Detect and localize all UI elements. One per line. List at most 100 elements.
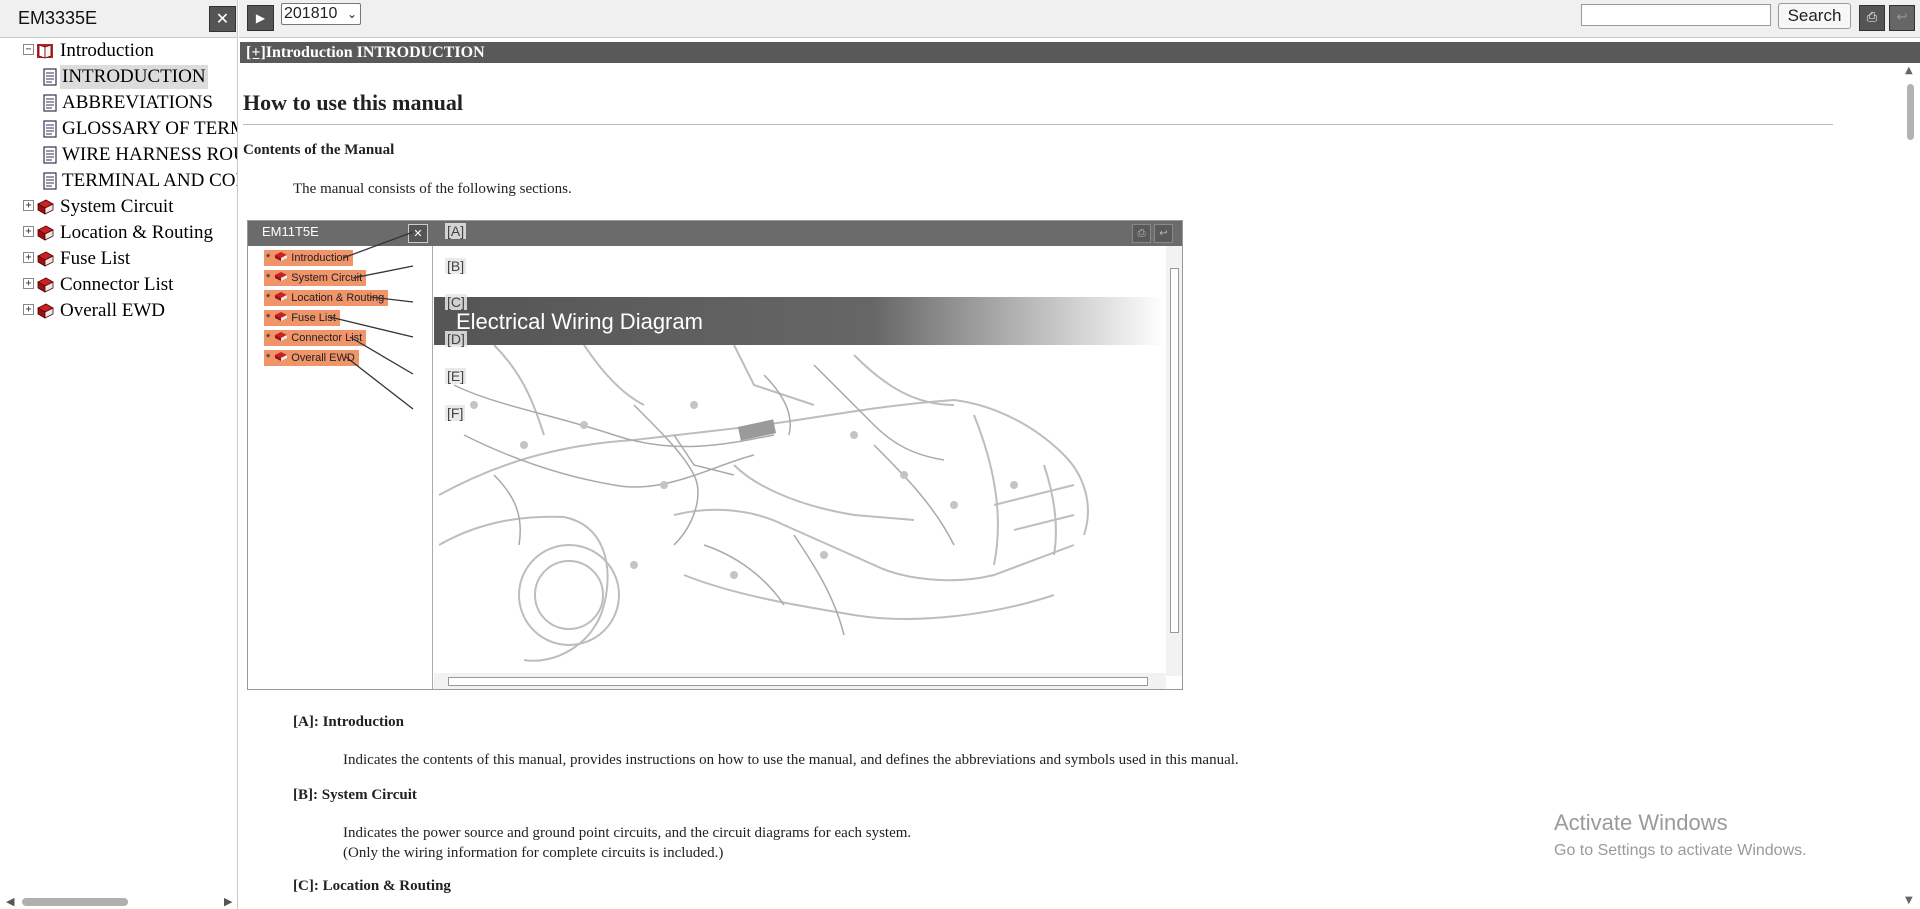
callout-c: [C] bbox=[445, 294, 467, 310]
figure-item: * Connector List bbox=[264, 330, 367, 346]
content-area: [+]Introduction INTRODUCTION How to use … bbox=[240, 42, 1920, 909]
tree-item-label: WIRE HARNESS ROUTING bbox=[62, 144, 237, 165]
intro-text: The manual consists of the following sec… bbox=[293, 181, 572, 197]
callout-b: [B] bbox=[445, 258, 467, 274]
red-book-icon bbox=[275, 312, 288, 321]
callout-d: [D] bbox=[445, 331, 467, 347]
tree-item-label: Location & Routing bbox=[60, 222, 214, 243]
tree-item-label: ABBREVIATIONS bbox=[62, 92, 213, 113]
figure-doc-title: EM11T5E bbox=[262, 224, 319, 239]
figure-item-label: Location & Routing bbox=[291, 292, 385, 304]
figure-horizontal-scrollbar bbox=[434, 673, 1166, 689]
expand-icon[interactable]: + bbox=[23, 304, 34, 315]
section-title-c: [C]: Location & Routing bbox=[293, 878, 451, 894]
section-desc-b-1: Indicates the power source and ground po… bbox=[343, 825, 912, 841]
figure-item: * System Circuit bbox=[264, 270, 367, 286]
content-vertical-scrollbar[interactable]: ▲ ▼ bbox=[1900, 63, 1920, 909]
red-book-icon bbox=[275, 292, 288, 301]
section-title-a: [A]: Introduction bbox=[293, 714, 404, 730]
red-book-icon bbox=[37, 225, 54, 241]
figure-item-label: System Circuit bbox=[291, 272, 363, 284]
expand-icon[interactable]: + bbox=[23, 226, 34, 237]
page-icon bbox=[43, 68, 57, 86]
activation-watermark: Activate Windows Go to Settings to activ… bbox=[1554, 810, 1807, 860]
document-title: EM3335E bbox=[18, 8, 98, 28]
collapse-icon[interactable]: − bbox=[23, 44, 34, 55]
breadcrumb: [+]Introduction INTRODUCTION bbox=[240, 42, 1920, 63]
red-book-icon bbox=[37, 251, 54, 267]
tree-item-label: Connector List bbox=[60, 274, 174, 295]
figure-vertical-scrollbar bbox=[1166, 246, 1182, 676]
scrollbar-thumb[interactable] bbox=[1907, 84, 1914, 140]
figure-item-label: Overall EWD bbox=[291, 352, 355, 364]
page-title: How to use this manual bbox=[243, 90, 464, 115]
expand-icon[interactable]: + bbox=[23, 278, 34, 289]
tree-item-label: Overall EWD bbox=[60, 300, 165, 321]
tree-item-label: GLOSSARY OF TERMS AND SYMBOLS bbox=[62, 118, 237, 139]
expand-icon[interactable]: + bbox=[23, 252, 34, 263]
page-icon bbox=[43, 172, 57, 190]
figure-item: * Location & Routing bbox=[264, 290, 389, 306]
page-icon bbox=[43, 120, 57, 138]
chevron-down-icon: ⌄ bbox=[346, 7, 357, 21]
version-value: 201810 bbox=[284, 5, 338, 22]
figure-item-label: Connector List bbox=[291, 332, 363, 344]
figure-print-icon: ⎙ bbox=[1132, 224, 1151, 243]
callout-f: [F] bbox=[445, 405, 466, 421]
page-icon bbox=[43, 146, 57, 164]
scroll-right-icon[interactable]: ▶ bbox=[224, 895, 232, 908]
section-heading: Contents of the Manual bbox=[243, 142, 395, 158]
section-desc-a: Indicates the contents of this manual, p… bbox=[343, 752, 1239, 768]
callout-e: [E] bbox=[445, 368, 467, 384]
callout-a: [A] bbox=[445, 223, 467, 239]
banner-title: Electrical Wiring Diagram bbox=[456, 309, 703, 334]
figure-close-icon: ✕ bbox=[408, 224, 428, 243]
red-book-icon bbox=[275, 272, 288, 281]
expand-breadcrumb-link[interactable]: [+] bbox=[246, 44, 266, 61]
figure-back-icon: ↩ bbox=[1154, 224, 1173, 243]
tree-item-label: Introduction bbox=[60, 40, 154, 61]
red-book-icon bbox=[275, 352, 288, 361]
car-wiring-illustration bbox=[438, 345, 1089, 662]
manual-figure: EM11T5E ✕ ⎙ ↩ * Introduction * System Circ… bbox=[247, 220, 1183, 690]
scroll-left-icon[interactable]: ◀ bbox=[6, 895, 14, 908]
scrollbar-thumb bbox=[448, 677, 1148, 686]
figure-item-label: Introduction bbox=[291, 252, 349, 264]
tree-item-label: INTRODUCTION bbox=[60, 65, 208, 89]
print-icon[interactable]: ⎙ bbox=[1859, 5, 1885, 31]
left-panel: EM3335E ✕ − Introduction INTRODUCTION AB… bbox=[0, 0, 238, 909]
scrollbar-thumb bbox=[1170, 268, 1179, 633]
divider bbox=[243, 124, 1833, 125]
red-book-icon bbox=[37, 277, 54, 293]
toolbar: ▶ 201810 ⌄ Search ⎙ ↩ bbox=[239, 0, 1920, 38]
red-book-icon bbox=[275, 332, 288, 341]
figure-item-label: Fuse List bbox=[291, 312, 336, 324]
figure-titlebar: EM11T5E ✕ ⎙ ↩ bbox=[248, 221, 1182, 246]
search-button[interactable]: Search bbox=[1778, 3, 1851, 29]
toc-tree: − Introduction INTRODUCTION ABBREVIATION… bbox=[0, 38, 237, 888]
document-header: EM3335E ✕ bbox=[0, 0, 237, 38]
red-book-icon bbox=[37, 199, 54, 215]
section-title-b: [B]: System Circuit bbox=[293, 787, 417, 803]
open-book-icon bbox=[37, 44, 53, 59]
red-book-icon bbox=[37, 303, 54, 319]
back-icon[interactable]: ↩ bbox=[1889, 5, 1915, 31]
red-book-icon bbox=[275, 252, 288, 261]
watermark-title: Activate Windows bbox=[1554, 810, 1728, 835]
figure-item: * Fuse List bbox=[264, 310, 340, 326]
search-input[interactable] bbox=[1581, 4, 1771, 26]
scroll-up-icon[interactable]: ▲ bbox=[1905, 65, 1913, 76]
play-icon: ▶ bbox=[255, 11, 266, 25]
figure-item: * Overall EWD bbox=[264, 350, 359, 366]
expand-icon[interactable]: + bbox=[23, 200, 34, 211]
scroll-down-icon[interactable]: ▼ bbox=[1905, 895, 1913, 906]
figure-banner: Electrical Wiring Diagram bbox=[434, 297, 1164, 345]
version-select[interactable]: 201810 ⌄ bbox=[281, 3, 361, 25]
play-button[interactable]: ▶ bbox=[247, 5, 274, 31]
page-icon bbox=[43, 94, 57, 112]
scrollbar-thumb[interactable] bbox=[22, 898, 128, 906]
breadcrumb-text: Introduction INTRODUCTION bbox=[265, 44, 485, 61]
tree-horizontal-scrollbar[interactable]: ◀ ▶ bbox=[0, 893, 237, 909]
close-document-button[interactable]: ✕ bbox=[209, 6, 236, 32]
figure-item: * Introduction bbox=[264, 250, 353, 266]
